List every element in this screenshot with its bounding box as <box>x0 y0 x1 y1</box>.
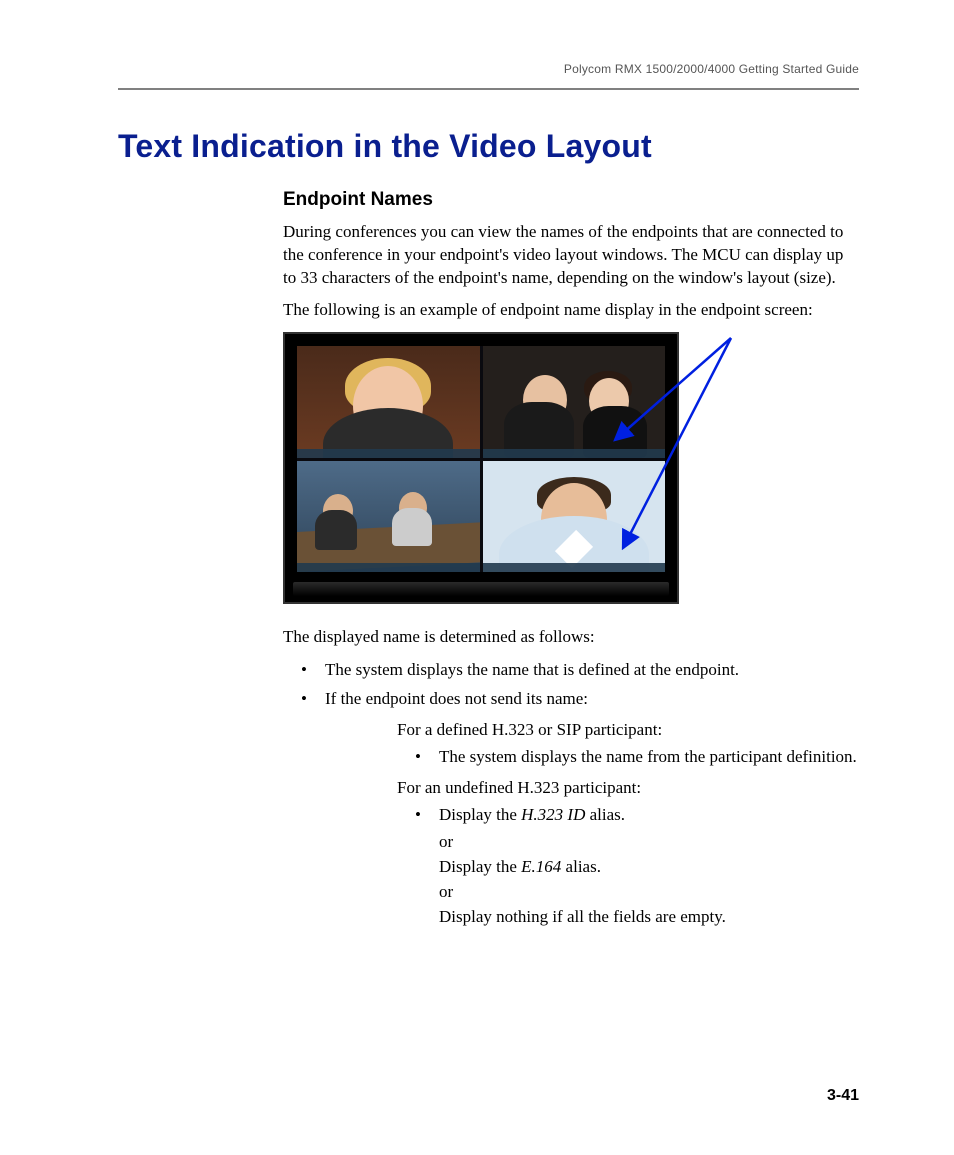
text-prefix: Display the <box>439 805 521 824</box>
sub-intro-undefined: For an undefined H.323 participant: <box>397 777 859 800</box>
text-prefix: Display the <box>439 857 521 876</box>
paragraph-3: The displayed name is determined as foll… <box>283 626 859 649</box>
or-separator-2: or <box>439 881 859 904</box>
sub-bullet-h323-alias: Display the H.323 ID alias. <box>415 804 859 827</box>
paragraph-2: The following is an example of endpoint … <box>283 299 859 322</box>
endpoint-name-bar <box>483 449 666 458</box>
line-display-nothing: Display nothing if all the fields are em… <box>439 906 859 929</box>
term-e164: E.164 <box>521 857 561 876</box>
sub-bullet-list-2: Display the H.323 ID alias. <box>415 804 859 827</box>
sub-bullet-list-1: The system displays the name from the pa… <box>415 746 859 769</box>
video-cell-1-active <box>297 346 480 458</box>
text-suffix: alias. <box>585 805 625 824</box>
page: Polycom RMX 1500/2000/4000 Getting Start… <box>0 0 954 1155</box>
content-block: Endpoint Names During conferences you ca… <box>283 187 859 929</box>
bullet-list: The system displays the name that is def… <box>301 659 859 928</box>
line-e164-alias: Display the E.164 alias. <box>439 856 859 879</box>
text-suffix: alias. <box>561 857 601 876</box>
figure-endpoint-screen <box>283 332 859 612</box>
header-rule <box>118 88 859 90</box>
monitor-frame <box>283 332 679 604</box>
video-cell-3 <box>297 461 480 573</box>
section-title: Text Indication in the Video Layout <box>118 128 859 165</box>
sub-bullet-definition: The system displays the name from the pa… <box>415 746 859 769</box>
video-layout-grid <box>297 346 665 572</box>
endpoint-name-bar <box>297 563 480 572</box>
page-number: 3-41 <box>827 1087 859 1105</box>
endpoint-name-bar <box>483 563 666 572</box>
bullet-item-2: If the endpoint does not send its name: … <box>301 688 859 928</box>
sub-intro-defined: For a defined H.323 or SIP participant: <box>397 719 859 742</box>
subheading: Endpoint Names <box>283 187 859 213</box>
endpoint-name-bar <box>297 449 480 458</box>
running-head: Polycom RMX 1500/2000/4000 Getting Start… <box>118 62 859 76</box>
bullet-item-2-text: If the endpoint does not send its name: <box>325 689 588 708</box>
paragraph-1: During conferences you can view the name… <box>283 221 859 290</box>
video-cell-2 <box>483 346 666 458</box>
bullet-item-1: The system displays the name that is def… <box>301 659 859 682</box>
video-cell-4 <box>483 461 666 573</box>
term-h323-id: H.323 ID <box>521 805 585 824</box>
monitor-base <box>293 582 669 596</box>
or-separator-1: or <box>439 831 859 854</box>
